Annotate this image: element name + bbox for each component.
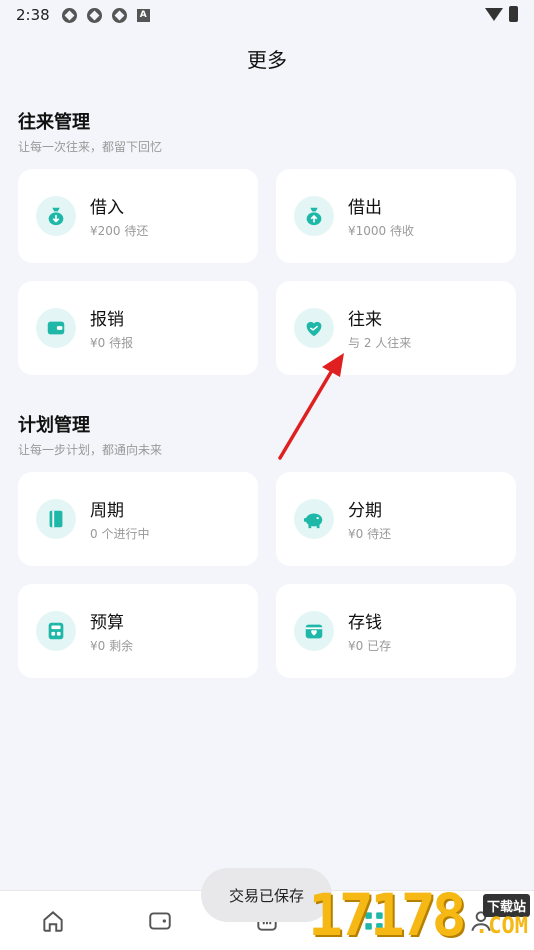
card-installment[interactable]: 分期 ¥0 待还	[276, 472, 516, 566]
wallet-icon	[149, 911, 171, 930]
watermark-domain: .COM	[475, 914, 528, 939]
notebook-icon	[36, 499, 76, 539]
notification-icon	[86, 7, 102, 23]
notification-a-icon: A	[136, 8, 150, 22]
card-label: 借入	[90, 198, 124, 218]
card-sub: ¥0 待报	[90, 336, 134, 350]
wifi-icon	[485, 7, 503, 21]
card-label: 预算	[90, 613, 124, 633]
money-bag-up-icon	[294, 196, 334, 236]
status-bar: 2:38 A	[0, 0, 534, 30]
card-sub: ¥1000 待收	[348, 224, 414, 238]
card-sub: 与 2 人往来	[348, 336, 412, 350]
money-bag-down-icon	[36, 196, 76, 236]
handshake-heart-icon	[294, 308, 334, 348]
section-subtitle: 让每一步计划，都通向未来	[18, 443, 163, 457]
nav-home[interactable]	[33, 901, 73, 941]
card-label: 周期	[90, 501, 124, 521]
card-reimburse[interactable]: 报销 ¥0 待报	[18, 281, 258, 375]
card-label: 往来	[348, 310, 382, 330]
section-title: 往来管理	[18, 112, 90, 133]
section-plans: 计划管理 让每一步计划，都通向未来	[18, 411, 518, 458]
card-borrow-in[interactable]: 借入 ¥200 待还	[18, 169, 258, 263]
nav-wallet[interactable]	[140, 901, 180, 941]
card-sub: ¥0 剩余	[90, 639, 134, 653]
card-sub: 0 个进行中	[90, 527, 150, 541]
card-budget[interactable]: 预算 ¥0 剩余	[18, 584, 258, 678]
savings-box-icon	[294, 611, 334, 651]
section-title: 计划管理	[18, 415, 90, 436]
card-label: 报销	[90, 310, 124, 330]
card-sub: ¥0 已存	[348, 639, 392, 653]
piggy-bank-icon	[294, 499, 334, 539]
card-sub: ¥0 待还	[348, 527, 392, 541]
home-icon	[43, 910, 64, 932]
section-subtitle: 让每一次往来，都留下回忆	[18, 140, 163, 154]
card-savings[interactable]: 存钱 ¥0 已存	[276, 584, 516, 678]
section-contacts: 往来管理 让每一次往来，都留下回忆	[18, 108, 518, 155]
page-title: 更多	[247, 48, 287, 72]
calculator-icon	[36, 611, 76, 651]
card-sub: ¥200 待还	[90, 224, 149, 238]
card-cycle[interactable]: 周期 0 个进行中	[18, 472, 258, 566]
notification-icon	[111, 7, 127, 23]
card-lend-out[interactable]: 借出 ¥1000 待收	[276, 169, 516, 263]
card-label: 存钱	[348, 613, 382, 633]
watermark-logo: 17178 下载站 .COM	[308, 880, 534, 950]
status-time: 2:38	[16, 6, 50, 24]
card-label: 分期	[348, 501, 382, 521]
notification-icon	[61, 7, 77, 23]
card-label: 借出	[348, 198, 382, 218]
battery-icon	[509, 6, 518, 22]
wallet-icon	[36, 308, 76, 348]
watermark-digits: 17178	[308, 881, 467, 949]
